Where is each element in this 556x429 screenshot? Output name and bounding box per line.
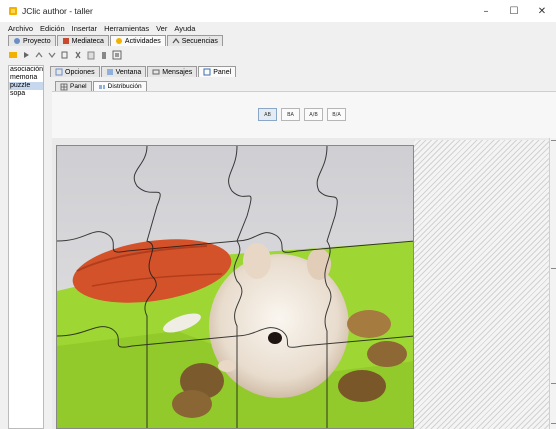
cut-icon[interactable]: [73, 50, 83, 60]
scroll-up-arrow[interactable]: [551, 140, 556, 141]
distribution-icon: [98, 84, 105, 89]
tab-label: Opciones: [65, 68, 95, 76]
menu-ayuda[interactable]: Ayuda: [174, 24, 195, 33]
tab-label: Distribución: [107, 83, 142, 90]
play-icon[interactable]: [21, 50, 31, 60]
tab-label: Actividades: [124, 37, 161, 45]
list-item-puzzle[interactable]: puzzle: [9, 82, 43, 90]
tab-proyecto[interactable]: Proyecto: [8, 35, 56, 46]
activities-icon: [115, 38, 122, 44]
layout-button-ba[interactable]: BA: [281, 108, 300, 121]
layout-selector: AB BA A/B B/A: [258, 108, 350, 121]
tab-label: Panel: [70, 83, 87, 90]
jclic-app-icon: [9, 7, 17, 15]
puzzle-image[interactable]: [56, 145, 414, 429]
tab-label: Panel: [213, 68, 232, 76]
list-item-asociacion1[interactable]: asociación1: [9, 66, 43, 74]
window-title: JClic author - taller: [22, 6, 93, 16]
tab-mensajes[interactable]: Mensajes: [147, 66, 198, 77]
options-icon: [55, 68, 63, 76]
move-down-icon[interactable]: [47, 50, 57, 60]
menu-archivo[interactable]: Archivo: [8, 24, 33, 33]
tab-secuencias[interactable]: Secuencias: [166, 35, 223, 46]
vertical-scrollbar[interactable]: [549, 138, 556, 429]
tab-label: Mediateca: [71, 37, 104, 45]
list-item-sopa[interactable]: sopa: [9, 90, 43, 98]
hamster-puzzle-picture: [57, 146, 413, 428]
delete-icon[interactable]: [99, 50, 109, 60]
tab-label: Secuencias: [181, 37, 218, 45]
menu-insertar[interactable]: Insertar: [72, 24, 97, 33]
activity-tabs: Opciones Ventana Mensajes Panel: [50, 66, 237, 77]
menu-herramientas[interactable]: Herramientas: [104, 24, 149, 33]
menu-ver[interactable]: Ver: [156, 24, 167, 33]
move-up-icon[interactable]: [34, 50, 44, 60]
messages-icon: [152, 69, 160, 75]
preview-icon[interactable]: [112, 50, 122, 60]
window-icon: [106, 69, 113, 75]
tab-panel[interactable]: Panel: [198, 66, 237, 77]
tab-panel-sub[interactable]: Panel: [55, 81, 92, 91]
activity-list: asociación1 memoria puzzle sopa: [8, 65, 44, 429]
scroll-down-arrow[interactable]: [551, 423, 556, 424]
grid-icon: [60, 83, 68, 90]
layout-button-a-over-b[interactable]: A/B: [304, 108, 323, 121]
scrollbar-thumb[interactable]: [551, 268, 556, 269]
minimize-button[interactable]: –: [472, 0, 500, 22]
title-bar: JClic author - taller – ☐ ✕: [0, 0, 556, 22]
panel-tabs: Panel Distribución: [55, 81, 148, 91]
tab-ventana[interactable]: Ventana: [100, 66, 147, 77]
layout-button-ab[interactable]: AB: [258, 108, 277, 121]
tab-label: Mensajes: [162, 68, 193, 76]
main-tabs: Proyecto Mediateca Actividades Secuencia…: [8, 35, 224, 46]
tab-mediateca[interactable]: Mediateca: [56, 35, 109, 46]
sequences-icon: [172, 38, 180, 44]
tab-distribucion[interactable]: Distribución: [92, 81, 147, 91]
tab-opciones[interactable]: Opciones: [50, 66, 100, 77]
toolbar: [8, 48, 125, 62]
paste-icon[interactable]: [86, 50, 96, 60]
scrollbar-mark: [551, 383, 556, 384]
tab-label: Ventana: [115, 68, 142, 76]
project-icon: [14, 38, 20, 44]
close-button[interactable]: ✕: [528, 0, 556, 22]
layout-button-b-over-a[interactable]: B/A: [327, 108, 346, 121]
panel-icon: [203, 68, 211, 76]
menu-edicion[interactable]: Edición: [40, 24, 65, 33]
tab-actividades[interactable]: Actividades: [109, 35, 166, 46]
new-activity-icon[interactable]: [8, 50, 18, 60]
media-library-icon: [62, 38, 69, 44]
menu-bar: Archivo Edición Insertar Herramientas Ve…: [0, 22, 556, 34]
maximize-button[interactable]: ☐: [500, 0, 528, 22]
copy-icon[interactable]: [60, 50, 70, 60]
list-item-memoria[interactable]: memoria: [9, 74, 43, 82]
empty-area-hatched: [414, 140, 549, 429]
tab-label: Proyecto: [23, 37, 51, 45]
